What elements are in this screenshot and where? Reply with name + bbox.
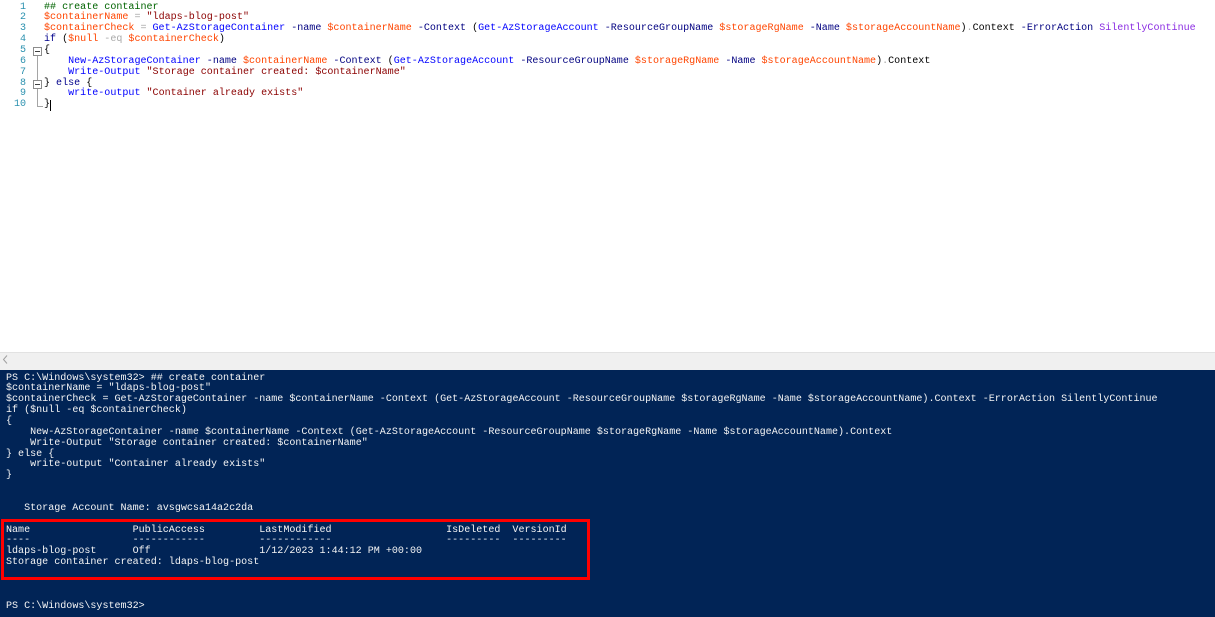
console-echo-line: $containerCheck = Get-AzStorageContainer… <box>6 394 1158 406</box>
minus-icon <box>35 50 40 52</box>
code-token-parameter: -Name <box>803 23 840 35</box>
code-token-operator: = <box>128 12 147 24</box>
code-token-variable: $storageRgName <box>713 23 804 35</box>
console-echo-line: Write-Output "Storage container created:… <box>6 437 368 449</box>
code-text: if ($null -eq $containerCheck) <box>44 34 225 46</box>
outline-margin <box>27 13 44 24</box>
console-input-line[interactable]: PS C:\Windows\system32> <box>6 600 1215 613</box>
scroll-left-button[interactable] <box>0 353 10 365</box>
code-token-variable: $containerName <box>236 55 328 67</box>
code-line[interactable]: 7 Write-Output "Storage container create… <box>0 66 1215 79</box>
code-text: write-output "Container already exists" <box>44 89 303 100</box>
code-token-command: Write-Output <box>68 66 141 78</box>
code-token-member: Context <box>972 23 1015 35</box>
outline-margin <box>27 3 44 14</box>
code-token-command: New-AzStorageContainer <box>68 55 201 67</box>
outline-margin <box>27 67 44 79</box>
code-token-variable: $containerName <box>44 12 129 24</box>
code-token-variable: $storageAccountName <box>755 55 877 67</box>
editor-horizontal-scrollbar[interactable] <box>0 352 1215 370</box>
code-line[interactable]: 10} <box>0 99 1215 112</box>
console-echo-text: ## create container <box>150 372 266 384</box>
code-line[interactable]: 4 if ($null -eq $containerCheck) <box>0 34 1215 46</box>
code-text: Write-Output "Storage container created:… <box>44 66 406 79</box>
code-token-parameter: -Context <box>411 23 467 35</box>
code-token-keyword: else <box>50 77 81 89</box>
code-line[interactable]: 9 write-output "Container already exists… <box>0 89 1215 101</box>
code-token-group: { <box>80 77 93 89</box>
code-token-command: Get-AzStorageAccount <box>478 23 599 35</box>
code-token-group: ) <box>218 34 225 46</box>
code-token-string: "Storage container created: $containerNa… <box>140 66 406 78</box>
minus-icon <box>35 83 40 85</box>
console-prompt: PS C:\Windows\system32> <box>6 600 145 612</box>
chevron-left-icon <box>2 355 8 364</box>
outline-margin <box>27 89 44 101</box>
text-caret <box>50 100 52 112</box>
line-number: 10 <box>13 99 26 111</box>
code-text: } <box>44 99 52 112</box>
code-token-group: ( <box>56 34 69 46</box>
code-token-parameter: -Context <box>327 55 382 67</box>
collapse-region-toggle[interactable] <box>33 79 42 89</box>
highlight-annotation-box <box>1 519 590 580</box>
code-token-variable: $containerName <box>321 23 412 35</box>
code-token-argument: SilentlyContinue <box>1093 23 1196 35</box>
storage-account-name: avsgwcsa14a2c2da <box>156 502 254 514</box>
script-pane[interactable]: 1 ## create container 2 $containerName = "l… <box>0 0 1215 352</box>
code-token-parameter: -name <box>285 23 322 35</box>
collapse-region-toggle[interactable] <box>33 46 42 56</box>
console-prompt: PS C:\Windows\system32> <box>6 372 145 384</box>
code-token-operator: = <box>134 23 153 35</box>
console-echo-line: if ($null -eq $containerCheck) <box>6 405 187 417</box>
code-token-string: "Container already exists" <box>140 88 304 100</box>
code-token-command: Get-AzStorageAccount <box>393 55 515 67</box>
outline-margin <box>27 78 44 90</box>
code-token-variable: $null <box>68 34 99 46</box>
console-echo-line: write-output "Container already exists" <box>6 459 266 471</box>
outline-margin <box>27 35 44 46</box>
code-token-variable: $containerCheck <box>122 34 219 46</box>
code-token-operator: -eq <box>98 34 123 46</box>
code-token-command: Get-AzStorageContainer <box>152 23 286 35</box>
code-token-command: write-output <box>68 88 141 100</box>
code-token-variable: $storageRgName <box>628 55 720 67</box>
console-echo-line: } <box>6 470 13 482</box>
outline-margin <box>27 46 44 57</box>
code-token-member: Context <box>888 55 931 67</box>
outline-margin <box>27 56 44 68</box>
code-token-parameter: -Name <box>719 55 756 67</box>
code-token-parameter: -ResourceGroupName <box>514 55 629 67</box>
code-token-group: ( <box>466 23 479 35</box>
line-number: 7 <box>19 66 26 78</box>
storage-account-label: Storage Account Name: <box>24 502 151 514</box>
code-token-group: { <box>44 45 51 57</box>
storage-account-line: Storage Account Name: avsgwcsa14a2c2da <box>6 502 1215 515</box>
code-token-variable: $storageAccountName <box>839 23 961 35</box>
code-token-comment: ## create container <box>44 1 159 13</box>
script-editor-lines[interactable]: 1 ## create container 2 $containerName = "l… <box>0 1 1215 112</box>
outline-margin <box>27 24 44 35</box>
code-token-parameter: -name <box>200 55 237 67</box>
code-token-parameter: -ErrorAction <box>1014 23 1094 35</box>
code-token-group: ( <box>381 55 394 67</box>
outline-margin <box>27 100 44 111</box>
code-token-variable: $containerCheck <box>44 23 135 35</box>
code-token-parameter: -ResourceGroupName <box>598 23 714 35</box>
code-token-string: "ldaps-blog-post" <box>146 12 250 24</box>
code-token-keyword: if <box>44 34 57 46</box>
